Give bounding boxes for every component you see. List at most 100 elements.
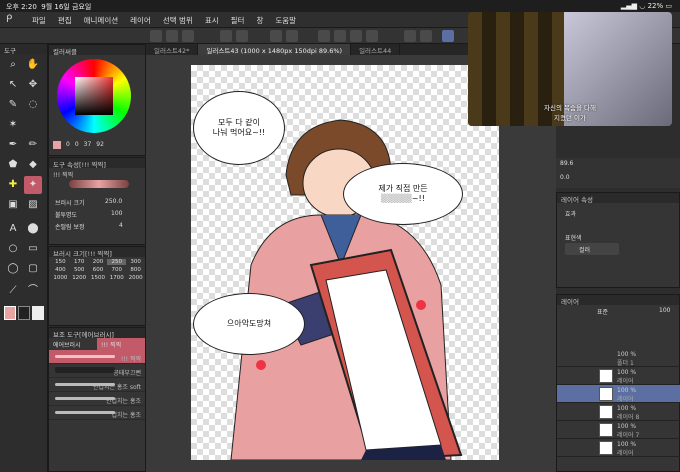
blend-mode-select[interactable]: 표준 — [597, 307, 608, 316]
layer-opacity[interactable]: 100 — [659, 307, 670, 314]
menu-file[interactable]: 파일 — [32, 15, 46, 26]
size-chip[interactable]: 400 — [51, 267, 70, 273]
sub-tool-tab-airbrush[interactable]: 에어브러시 — [49, 338, 97, 350]
size-chip[interactable]: 800 — [126, 267, 145, 273]
canvas[interactable]: 모두 다 같이 나눠 먹어요~!! 제가 직접 만든 ▒▒▒▒▒~!! 으아악도망쳐 — [191, 65, 499, 460]
ruler-tool-icon[interactable]: ⟋ — [4, 282, 22, 300]
size-chip[interactable]: 500 — [70, 267, 89, 273]
lasso-icon[interactable]: ◌ — [24, 96, 42, 114]
size-chip[interactable]: 2000 — [126, 275, 145, 281]
color-wheel-panel: 컬러써클 0 0 37 92 — [48, 44, 146, 156]
angle-value[interactable]: 0.0 — [560, 174, 570, 181]
size-chip[interactable]: 150 — [51, 259, 70, 265]
check-icon[interactable] — [442, 30, 454, 42]
tool-property-panel: 도구 속성[!!! 찍찍] !!! 찍찍 브러시 크기 250.0 불투명도 1… — [48, 157, 146, 245]
transform-icon[interactable] — [286, 30, 298, 42]
stabilize-value[interactable]: 4 — [119, 222, 123, 229]
menu-edit[interactable]: 편집 — [58, 15, 72, 26]
tab-illust42[interactable]: 일러스트42* — [146, 44, 199, 55]
clear-icon[interactable] — [270, 30, 282, 42]
gradient-icon[interactable]: ▭ — [24, 240, 42, 258]
size-chip[interactable]: 1500 — [89, 275, 108, 281]
picture-in-picture-video[interactable]: 자신의 목숨을 다해 지켰던 이가 — [468, 12, 672, 126]
pencil-icon[interactable]: ✏ — [24, 136, 42, 154]
size-chip[interactable]: 300 — [126, 259, 145, 265]
brush-item[interactable]: !!! 찍찍 — [49, 350, 145, 364]
tool-panel-title: 도구 — [0, 44, 47, 55]
size-chip[interactable]: 1700 — [107, 275, 126, 281]
grid-icon[interactable] — [420, 30, 432, 42]
size-value[interactable]: 250.0 — [105, 198, 122, 205]
zoom-value[interactable]: 89.6 — [560, 160, 573, 167]
text-icon[interactable]: A — [4, 220, 22, 238]
size-chip[interactable]: 200 — [89, 259, 108, 265]
decoration-icon[interactable]: ✚ — [4, 176, 22, 194]
hand-icon[interactable]: ✋ — [24, 56, 42, 74]
selection-icon[interactable] — [318, 30, 330, 42]
eyedropper-icon[interactable]: ✎ — [4, 96, 22, 114]
size-chip[interactable]: 1000 — [51, 275, 70, 281]
menu-layer[interactable]: 레이어 — [130, 15, 151, 26]
menu-animation[interactable]: 애니메이션 — [84, 15, 119, 26]
size-chip[interactable]: 170 — [70, 259, 89, 265]
size-chip[interactable]: 1200 — [70, 275, 89, 281]
brush-item[interactable]: 겹치는 홍조 — [49, 406, 145, 420]
color-mode-select[interactable]: 컬러 — [565, 243, 619, 255]
layer-row[interactable]: 100 % 레이어 8 — [557, 403, 680, 421]
fill-icon[interactable] — [350, 30, 362, 42]
redo-icon[interactable] — [236, 30, 248, 42]
move-icon[interactable]: ✥ — [24, 76, 42, 94]
color-square[interactable] — [75, 77, 113, 115]
sub-color-swatch[interactable] — [18, 306, 30, 320]
undo-icon[interactable] — [220, 30, 232, 42]
main-color-swatch[interactable] — [4, 306, 16, 320]
layer-row-selected[interactable]: 100 % 레이어 — [557, 385, 680, 403]
open-icon[interactable] — [166, 30, 178, 42]
ruler-icon[interactable] — [366, 30, 378, 42]
opacity-value[interactable]: 100 — [111, 210, 122, 217]
figure-icon[interactable]: ○ — [4, 240, 22, 258]
size-chip[interactable]: 700 — [107, 267, 126, 273]
layer-row[interactable]: 100 % 레이어 — [557, 439, 680, 457]
tab-illust43[interactable]: 일러스트43 (1000 x 1480px 150dpi 89.6%) — [198, 44, 352, 55]
correct-icon[interactable]: ⌒ — [24, 282, 42, 300]
brush-item[interactable]: 안겹치는 홍조 — [49, 392, 145, 406]
layer-row[interactable]: 100 % 레이어 — [557, 367, 680, 385]
tab-illust44[interactable]: 일러스트44 — [351, 44, 401, 55]
menu-help[interactable]: 도움말 — [275, 15, 296, 26]
blend-icon[interactable]: ▣ — [4, 196, 22, 214]
color-panel-title: 컬러써클 — [49, 45, 145, 56]
magic-wand-icon[interactable]: ✶ — [4, 116, 22, 134]
balloon-icon[interactable]: ◯ — [4, 260, 22, 278]
layer-panel-title: 레이어 — [557, 295, 679, 306]
menu-window[interactable]: 창 — [256, 15, 263, 26]
a-value: 92 — [96, 141, 104, 148]
airbrush-icon[interactable]: ✦ — [24, 176, 42, 194]
size-chip[interactable]: 250 — [107, 259, 127, 265]
layer-row[interactable]: 100 % 레이어 7 — [557, 421, 680, 439]
menu-filter[interactable]: 필터 — [231, 15, 245, 26]
layer-property-panel: 레이어 속성 효과 표현색 컬러 — [556, 192, 680, 288]
eraser-icon[interactable]: ◆ — [24, 156, 42, 174]
object-icon[interactable]: ↖ — [4, 76, 22, 94]
layer-row[interactable]: 100 % 폴더 1 — [557, 349, 680, 367]
snap-icon[interactable] — [404, 30, 416, 42]
save-icon[interactable] — [182, 30, 194, 42]
zoom-icon[interactable]: ⌕ — [4, 56, 22, 74]
brush-icon[interactable]: ⬟ — [4, 156, 22, 174]
frame-icon[interactable]: ▢ — [24, 260, 42, 278]
new-icon[interactable] — [150, 30, 162, 42]
deselect-icon[interactable] — [334, 30, 346, 42]
sub-tool-tab-custom[interactable]: !!! 찍찍 — [97, 338, 145, 350]
menu-selection[interactable]: 선택 범위 — [163, 15, 193, 26]
bucket-icon[interactable]: ⬤ — [24, 220, 42, 238]
size-chip[interactable]: 600 — [89, 267, 108, 273]
pen-icon[interactable]: ✒ — [4, 136, 22, 154]
brush-item[interactable]: 공태부끄뻔 — [49, 364, 145, 378]
transparent-swatch[interactable] — [32, 306, 44, 320]
brush-item[interactable]: 안겹치는 홍조 soft — [49, 378, 145, 392]
fill-tool-icon[interactable]: ▨ — [24, 196, 42, 214]
app-logo-icon[interactable]: ᑭ — [6, 14, 20, 26]
menu-view[interactable]: 표시 — [205, 15, 219, 26]
effect-label: 효과 — [565, 211, 577, 218]
